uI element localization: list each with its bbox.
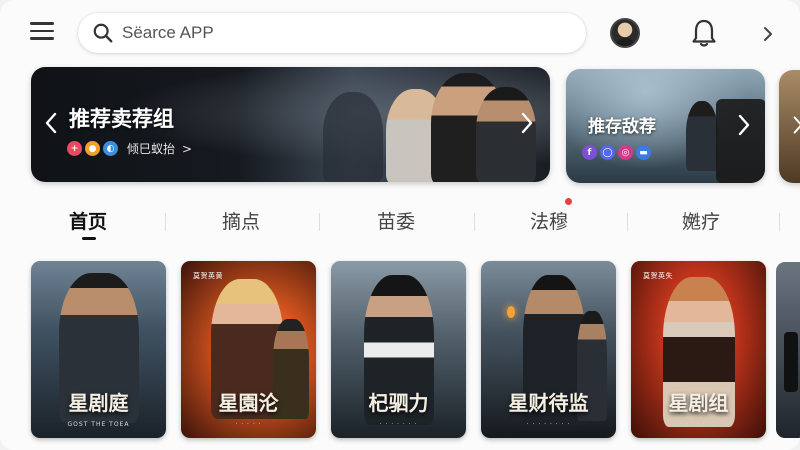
poster-title: 星園沦 xyxy=(218,391,279,415)
poster-credits: · · · · · · · · xyxy=(526,421,571,428)
notification-badge xyxy=(565,198,572,205)
banner-icon-row: f ◯ ◎ ▬ xyxy=(582,145,651,160)
poster-title: 杞驷力 xyxy=(368,391,429,415)
tab-divider xyxy=(165,213,166,231)
poster-card[interactable]: 莫贺英黄 星園沦 · · · · · xyxy=(181,261,316,438)
poster-figure xyxy=(784,332,798,392)
poster-card[interactable]: 莫贺英失 星剧组 · · · · · · · xyxy=(631,261,766,438)
chevron-right-icon[interactable] xyxy=(762,26,774,42)
target-icon: ◎ xyxy=(618,145,633,160)
tab-divider xyxy=(474,213,475,231)
banner-next-icon[interactable] xyxy=(793,115,800,135)
tab-2[interactable]: 摘点 xyxy=(222,207,260,234)
poster-title: 星剧庭 xyxy=(68,391,129,415)
message-icon: ▬ xyxy=(636,145,651,160)
banner-figure xyxy=(323,92,383,182)
banner-prev-icon[interactable] xyxy=(45,112,57,134)
chat-icon: ◐ xyxy=(103,141,118,156)
tab-3[interactable]: 苗委 xyxy=(377,207,415,234)
f-icon: f xyxy=(582,145,597,160)
tab-divider xyxy=(319,213,320,231)
poster-card[interactable]: 星财待监 · · · · · · · · xyxy=(481,261,616,438)
avatar[interactable] xyxy=(610,18,640,48)
poster-card[interactable]: 星剧庭 GOST THE TOEA xyxy=(31,261,166,438)
banner-next-icon[interactable] xyxy=(521,112,533,134)
poster-tagline: 莫贺英黄 xyxy=(193,272,223,280)
next-banner-peek[interactable] xyxy=(779,70,800,183)
bell-icon[interactable] xyxy=(690,18,718,48)
tab-divider xyxy=(627,213,628,231)
banner-subtitle: 倾巳蚁抬 xyxy=(127,142,176,156)
poster-title: 星剧组 xyxy=(668,391,729,415)
banner-figure xyxy=(476,87,536,182)
menu-icon[interactable] xyxy=(30,22,54,42)
poster-credits: GOST THE TOEA xyxy=(67,421,130,428)
tab-divider xyxy=(779,213,780,231)
torch-flame xyxy=(507,306,515,318)
featured-banner[interactable]: 推荐卖荐组 + ● ◐ 倾巳蚁抬 > xyxy=(31,67,550,182)
tab-4[interactable]: 法穆 xyxy=(530,207,568,234)
search-input[interactable] xyxy=(122,23,542,43)
next-poster-peek[interactable] xyxy=(776,262,800,438)
poster-card[interactable]: 杞驷力 · · · · · · · xyxy=(331,261,466,438)
poster-credits: · · · · · · · xyxy=(679,421,718,428)
plus-icon: + xyxy=(67,141,82,156)
ring-icon: ◯ xyxy=(600,145,615,160)
banner-figure xyxy=(716,99,765,183)
circle-icon: ● xyxy=(85,141,100,156)
poster-credits: · · · · · xyxy=(235,421,262,428)
banner-title: 推存敌荐 xyxy=(588,117,656,137)
app-frame: 推荐卖荐组 + ● ◐ 倾巳蚁抬 > 推存敌荐 f ◯ ◎ ▬ xyxy=(0,0,800,450)
active-tab-indicator xyxy=(82,237,96,240)
tab-home[interactable]: 首页 xyxy=(69,207,107,234)
search-icon xyxy=(93,23,113,43)
chevron-right-icon: > xyxy=(182,141,193,156)
secondary-banner[interactable]: 推存敌荐 f ◯ ◎ ▬ xyxy=(566,69,765,183)
category-tabs: 首页 摘点 苗委 法穆 嬎疗 xyxy=(0,203,800,243)
poster-title: 星财待监 xyxy=(508,391,589,415)
search-bar[interactable] xyxy=(78,13,586,53)
poster-tagline: 莫贺英失 xyxy=(643,272,673,280)
banner-next-icon[interactable] xyxy=(738,114,750,136)
banner-title: 推荐卖荐组 xyxy=(69,107,174,131)
banner-subtitle-row: + ● ◐ 倾巳蚁抬 > xyxy=(67,140,192,157)
tab-5[interactable]: 嬎疗 xyxy=(682,207,720,234)
poster-credits: · · · · · · · xyxy=(379,421,418,428)
banner-figure xyxy=(686,101,718,171)
